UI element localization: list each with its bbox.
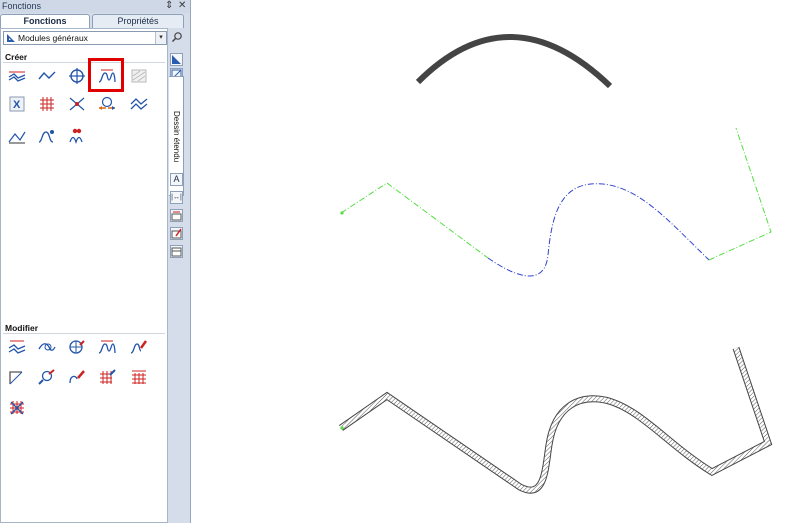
section-create-divider [3,62,165,63]
profile-icon[interactable] [5,125,29,147]
drawing-canvas[interactable] [191,0,800,523]
grid-edit-2-icon[interactable] [127,366,151,388]
side-tool-1-icon[interactable] [170,53,183,66]
table-x-icon[interactable]: X [5,93,29,115]
close-icon[interactable]: ✕ [178,0,186,12]
dimension-tool-button[interactable]: |↔| [170,191,183,204]
magnify-edit-icon[interactable] [35,366,59,388]
functions-content: Modules généraux ▾ Créer X Modifier [0,28,168,523]
section-modify-divider [3,333,165,334]
edit-tool-icon[interactable] [170,227,183,240]
side-strip: Dessin étendu A |↔| [169,48,185,523]
grid-cross-icon[interactable] [5,396,29,418]
view-tool-icon[interactable] [170,245,183,258]
modify-circle-icon[interactable] [65,336,89,358]
grid-icon[interactable] [35,93,59,115]
curve-pencil-icon[interactable] [65,366,89,388]
chevron-down-icon[interactable]: ▾ [155,32,166,44]
panel-titlebar: Fonctions ⇕ ✕ [0,0,190,13]
bottom-wall[interactable] [339,346,773,494]
corner-icon[interactable] [5,366,29,388]
wall-line-icon[interactable] [5,65,29,87]
functions-panel: Fonctions ⇕ ✕ Fonctions Propriétés Modul… [0,0,191,523]
dots-wave-icon[interactable] [65,125,89,147]
section-modify-label: Modifier [5,323,39,333]
center-polyline[interactable] [340,127,772,277]
connect-points-icon[interactable] [65,93,89,115]
layer-tool-icon[interactable] [170,209,183,222]
polyline-icon[interactable] [35,65,59,87]
circle-cross-icon[interactable] [65,65,89,87]
grid-edit-icon[interactable] [95,366,119,388]
modify-edit-icon[interactable] [127,336,151,358]
tab-proprietes[interactable]: Propriétés [92,14,184,28]
spline-profile-icon[interactable] [35,125,59,147]
section-create-label: Créer [5,52,28,62]
module-select-value: Modules généraux [18,33,88,43]
globe-arrows-icon[interactable] [95,93,119,115]
selection-highlight [88,58,124,92]
hatch-disabled-icon[interactable] [127,65,151,87]
tab-fonctions[interactable]: Fonctions [0,14,90,28]
set-square-icon [6,33,16,46]
panel-tabs: Fonctions Propriétés [0,13,190,28]
pin-icon[interactable]: ⇕ [165,0,173,12]
module-select[interactable]: Modules généraux ▾ [3,31,167,45]
svg-text:X: X [13,99,21,111]
modify-line-icon[interactable] [35,336,59,358]
panel-title: Fonctions [2,1,42,11]
text-tool-button[interactable]: A [170,173,183,186]
modify-curve-icon[interactable] [95,336,119,358]
double-line-icon[interactable] [127,93,151,115]
search-icon[interactable] [171,31,183,43]
modify-wall-icon[interactable] [5,336,29,358]
